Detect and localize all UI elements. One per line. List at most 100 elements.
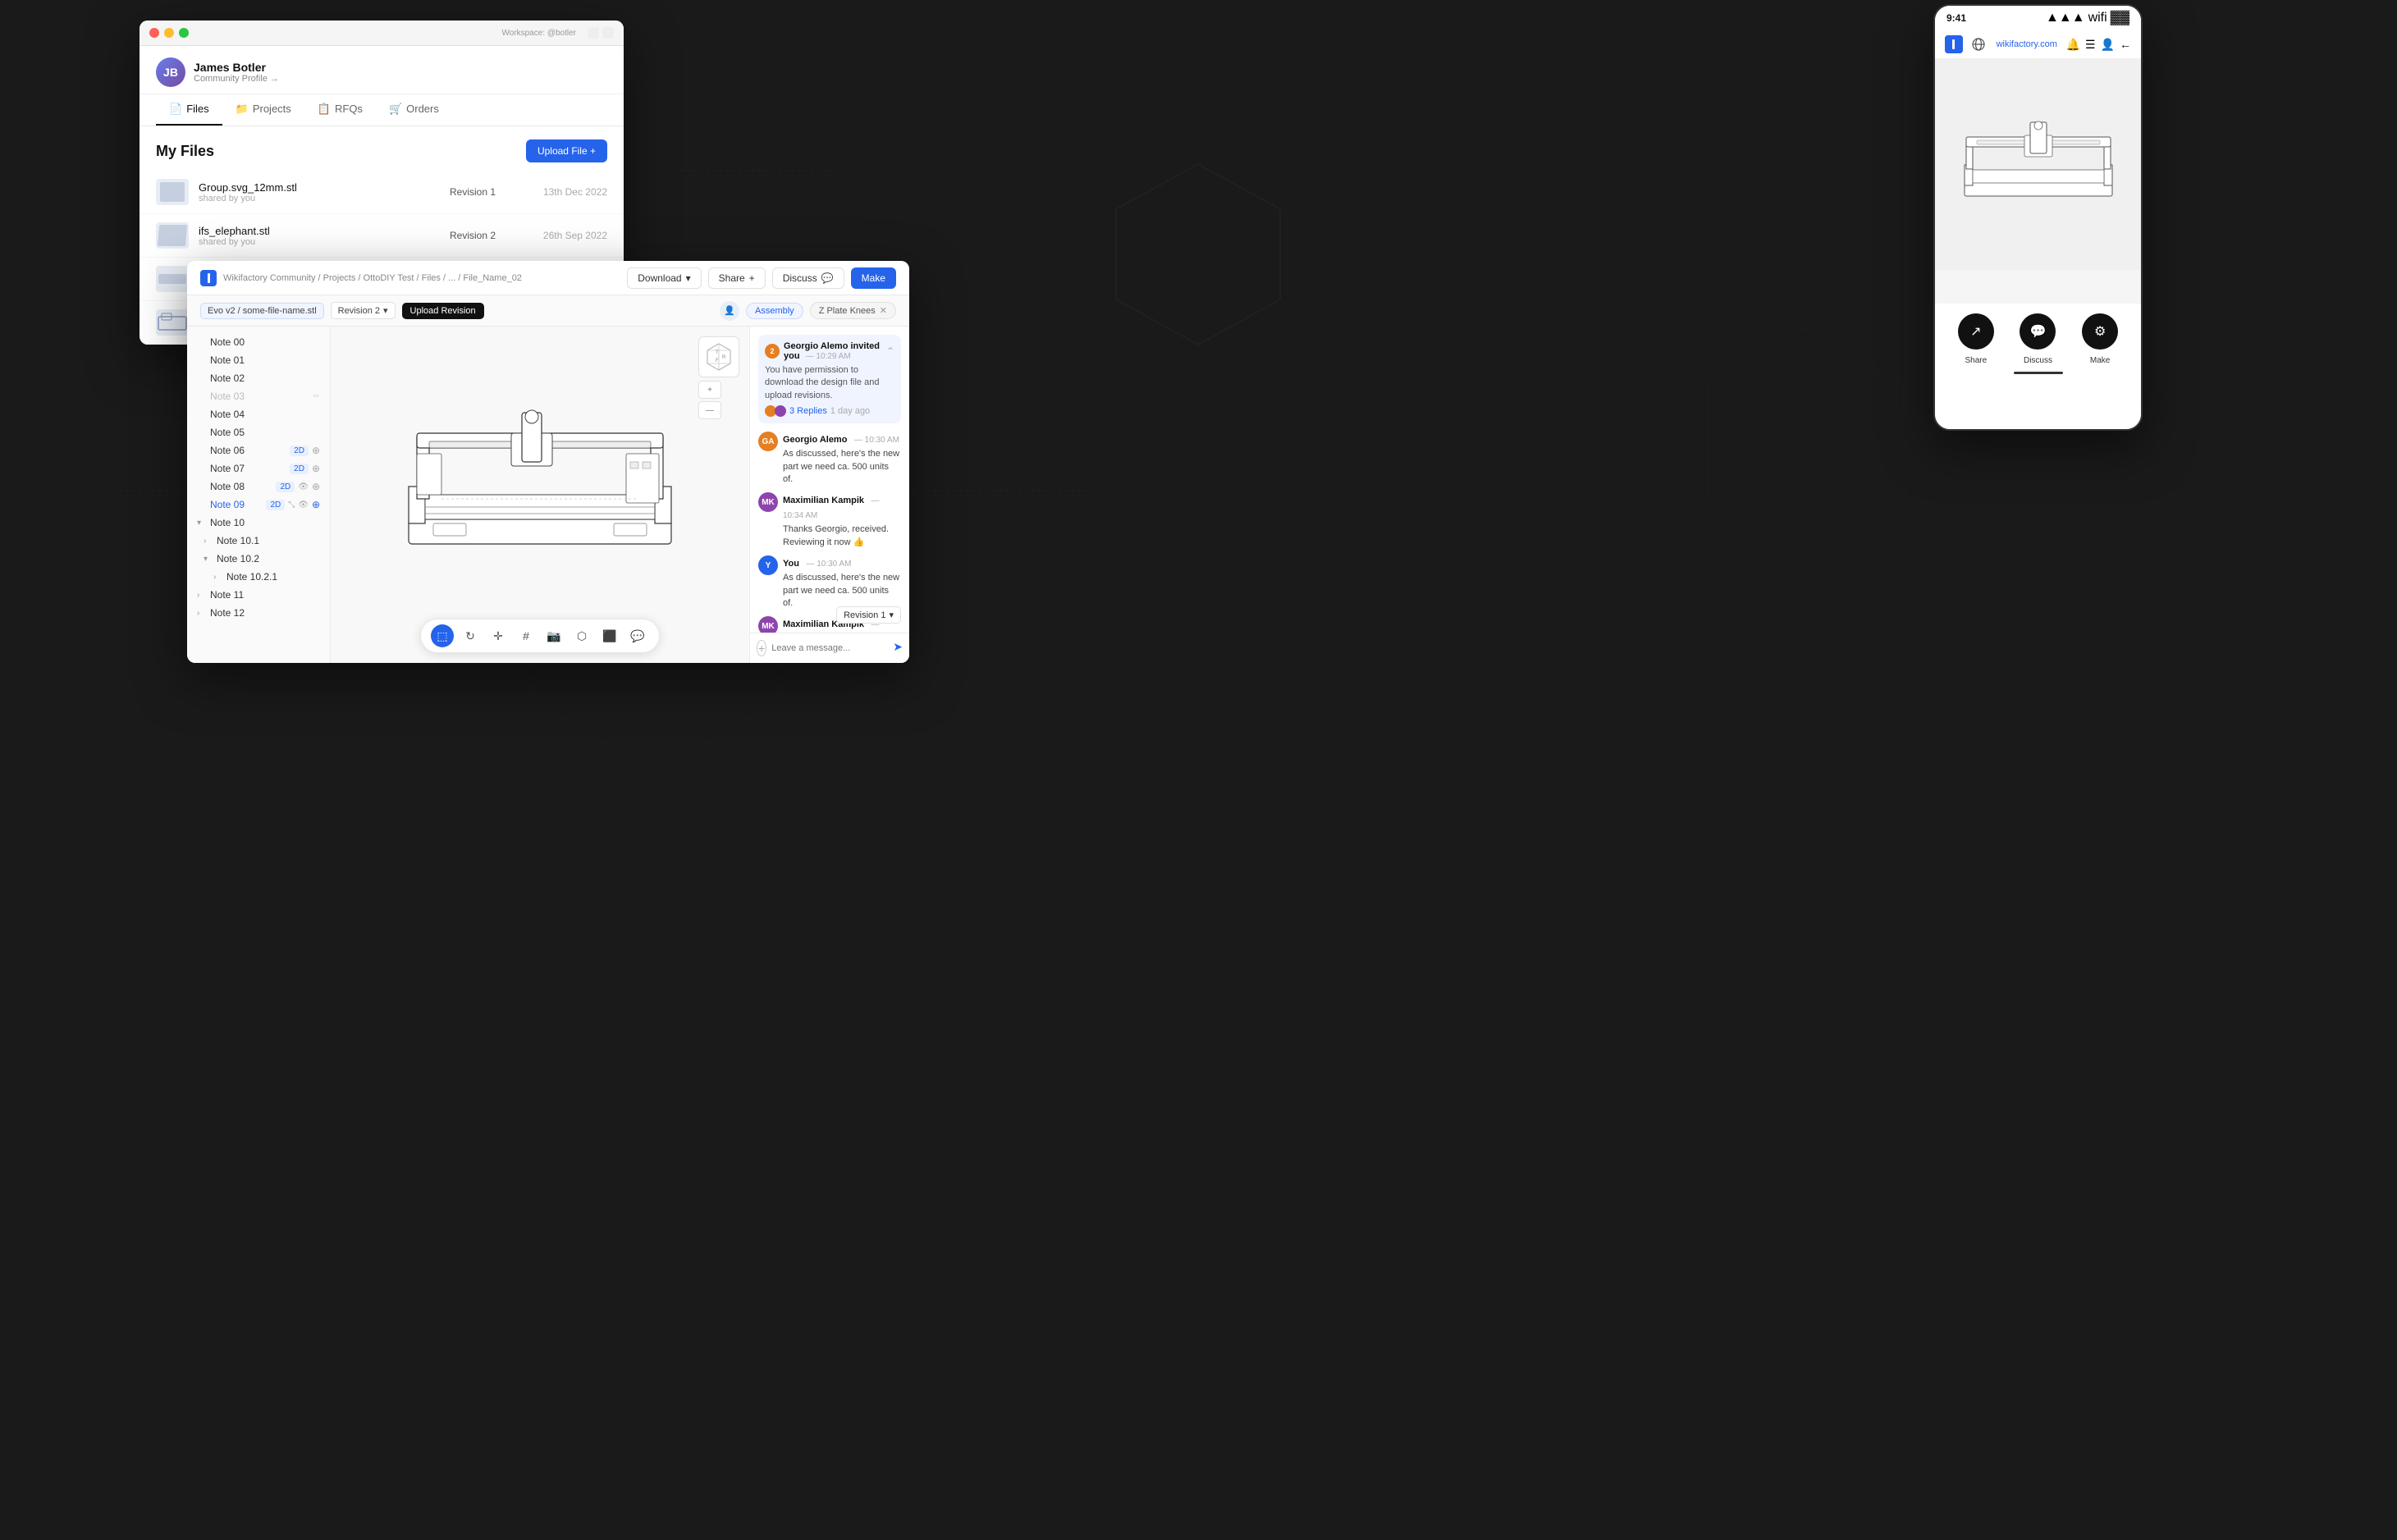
add-icon[interactable]: ⊕ <box>312 445 320 456</box>
cnc-model-svg <box>384 372 696 618</box>
download-button[interactable]: Download ▾ <box>627 267 701 289</box>
split-tool-button[interactable]: ⬛ <box>598 624 621 647</box>
window-titlebar: Workspace: @botler <box>140 21 624 46</box>
note-item[interactable]: › Note 12 <box>187 604 330 622</box>
sender-avatar: MK <box>758 616 778 633</box>
add-icon[interactable]: ⊕ <box>312 463 320 474</box>
message-input[interactable] <box>771 643 888 653</box>
close-icon[interactable] <box>149 28 159 38</box>
eye-icon[interactable]: 👁 <box>298 500 309 510</box>
back-icon[interactable]: ← <box>2120 38 2131 52</box>
chat-notification: 2 Georgio Alemo invited you — 10:29 AM ⌃… <box>758 335 901 423</box>
replies-link[interactable]: 3 Replies 1 day ago <box>765 405 894 417</box>
mobile-app-logo <box>1945 35 1963 53</box>
collapse-icon[interactable]: ⌃ <box>886 345 894 357</box>
file-name: Group.svg_12mm.stl <box>199 181 440 194</box>
share-label: Share <box>1965 356 1987 365</box>
mobile-share-action[interactable]: ↗ Share <box>1958 313 1994 365</box>
note-item[interactable]: › Note 11 <box>187 586 330 604</box>
viewport-bottom-toolbar: ⬚ ↻ ✛ # 📷 ⬡ ⬛ 💬 <box>420 619 660 653</box>
minimize-icon[interactable] <box>164 28 174 38</box>
3d-model-view <box>384 372 696 618</box>
tab-rfqs[interactable]: 📋RFQs <box>304 94 376 126</box>
add-icon[interactable]: ⊕ <box>312 499 320 510</box>
cube-tool-button[interactable]: ⬡ <box>570 624 593 647</box>
chat-panel: 2 Georgio Alemo invited you — 10:29 AM ⌃… <box>749 327 909 663</box>
user-icon[interactable]: 👤 <box>2101 38 2115 52</box>
maximize-icon[interactable] <box>179 28 189 38</box>
user-avatar-small: 👤 <box>720 301 739 321</box>
svg-text:T: T <box>716 350 719 355</box>
grid-tool-button[interactable]: # <box>515 624 537 647</box>
zoom-control[interactable]: — <box>698 401 721 419</box>
mobile-window: 9:41 ▲▲▲ wifi ▓▓ wikifactory.com 🔔 ☰ 👤 ← <box>1933 4 2143 431</box>
sender-avatar: MK <box>758 492 778 512</box>
view-cube[interactable]: T F R <box>698 336 739 377</box>
note-item[interactable]: Note 09 2D ⤡ 👁 ⊕ <box>187 496 330 514</box>
discuss-button[interactable]: Discuss 💬 <box>772 267 844 289</box>
bell-icon[interactable]: 🔔 <box>2066 38 2080 52</box>
expand-arrows-icon[interactable]: ⤡ <box>288 500 295 510</box>
tab-orders[interactable]: 🛒Orders <box>376 94 452 126</box>
tag-assembly[interactable]: Assembly <box>746 303 803 319</box>
message-content: You — 10:30 AM As discussed, here's the … <box>783 555 901 610</box>
chevron-down-icon: ▾ <box>686 272 691 284</box>
note-item[interactable]: Note 02 <box>187 369 330 387</box>
note-item[interactable]: Note 07 2D ⊕ <box>187 459 330 478</box>
mobile-time: 9:41 <box>1946 12 1966 24</box>
notes-panel: Note 00 Note 01 Note 02 Note 03 ✏ Note 0… <box>187 327 331 663</box>
profile-header: JB James Botler Community Profile → <box>140 46 624 94</box>
tab-projects[interactable]: 📁Projects <box>222 94 304 126</box>
edit-icon: ✏ <box>313 392 320 401</box>
file-name: ifs_elephant.stl <box>199 225 440 237</box>
mobile-make-action[interactable]: ⚙ Make <box>2082 313 2118 365</box>
note-item-expanded[interactable]: ▾ Note 10 <box>187 514 330 532</box>
note-item[interactable]: Note 05 <box>187 423 330 441</box>
message-content: Maximilian Kampik — 10:34 AM Thanks Geor… <box>783 492 901 549</box>
share-button[interactable]: Share + <box>708 267 766 289</box>
send-message-button[interactable]: ➤ <box>893 640 903 656</box>
camera-tool-button[interactable]: 📷 <box>542 624 565 647</box>
eye-icon[interactable]: 👁 <box>298 482 309 491</box>
rotate-tool-button[interactable]: ↻ <box>459 624 482 647</box>
file-row[interactable]: ifs_elephant.stl shared by you Revision … <box>140 214 624 258</box>
note-item[interactable]: Note 00 <box>187 333 330 351</box>
add-icon[interactable]: ⊕ <box>312 481 320 492</box>
message-content: Georgio Alemo — 10:30 AM As discussed, h… <box>783 432 901 486</box>
note-item[interactable]: Note 01 <box>187 351 330 369</box>
add-person-icon: + <box>749 272 755 284</box>
note-item[interactable]: Note 08 2D 👁 ⊕ <box>187 478 330 496</box>
profile-sub: Community Profile → <box>194 74 279 84</box>
upload-revision-button[interactable]: Upload Revision <box>402 303 484 319</box>
file-info: Group.svg_12mm.stl shared by you <box>199 181 440 203</box>
mobile-discuss-action[interactable]: 💬 Discuss <box>2020 313 2056 365</box>
add-attachment-button[interactable]: + <box>757 640 766 656</box>
tab-files[interactable]: 📄Files <box>156 94 222 126</box>
wifi-icon: wifi <box>2088 11 2107 25</box>
file-thumbnail <box>156 179 189 205</box>
select-tool-button[interactable]: ⬚ <box>431 624 454 647</box>
note-item[interactable]: Note 06 2D ⊕ <box>187 441 330 459</box>
make-circle: ⚙ <box>2082 313 2118 350</box>
note-item[interactable]: Note 04 <box>187 405 330 423</box>
viewer-window: Wikifactory Community / Projects / OttoD… <box>187 261 909 663</box>
mobile-content: ↗ Share 💬 Discuss ⚙ Make <box>1935 59 2141 384</box>
note-subitem-expanded[interactable]: ▾ Note 10.2 <box>187 550 330 568</box>
globe-icon[interactable] <box>1969 35 1988 53</box>
menu-icon[interactable]: ☰ <box>2085 38 2096 52</box>
upload-file-button[interactable]: Upload File + <box>526 139 607 162</box>
viewport-area: T F R + — ⬚ ↻ ✛ # 📷 ⬡ ⬛ 💬 <box>331 327 749 663</box>
revision-select[interactable]: Revision 2 ▾ <box>331 302 396 319</box>
note-sub-subitem[interactable]: › Note 10.2.1 <box>187 568 330 586</box>
viewer-logo <box>200 270 217 286</box>
move-tool-button[interactable]: ✛ <box>487 624 510 647</box>
make-button[interactable]: Make <box>851 267 896 289</box>
file-row[interactable]: Group.svg_12mm.stl shared by you Revisio… <box>140 171 624 214</box>
note-subitem[interactable]: › Note 10.1 <box>187 532 330 550</box>
comment-tool-button[interactable]: 💬 <box>626 624 649 647</box>
url-bar[interactable]: wikifactory.com <box>1994 39 2060 49</box>
zoom-control[interactable]: + <box>698 381 721 399</box>
mobile-status-icons: ▲▲▲ wifi ▓▓ <box>2046 11 2129 25</box>
close-icon[interactable]: ✕ <box>880 305 887 316</box>
tag-knees[interactable]: Z Plate Knees ✕ <box>810 302 896 319</box>
